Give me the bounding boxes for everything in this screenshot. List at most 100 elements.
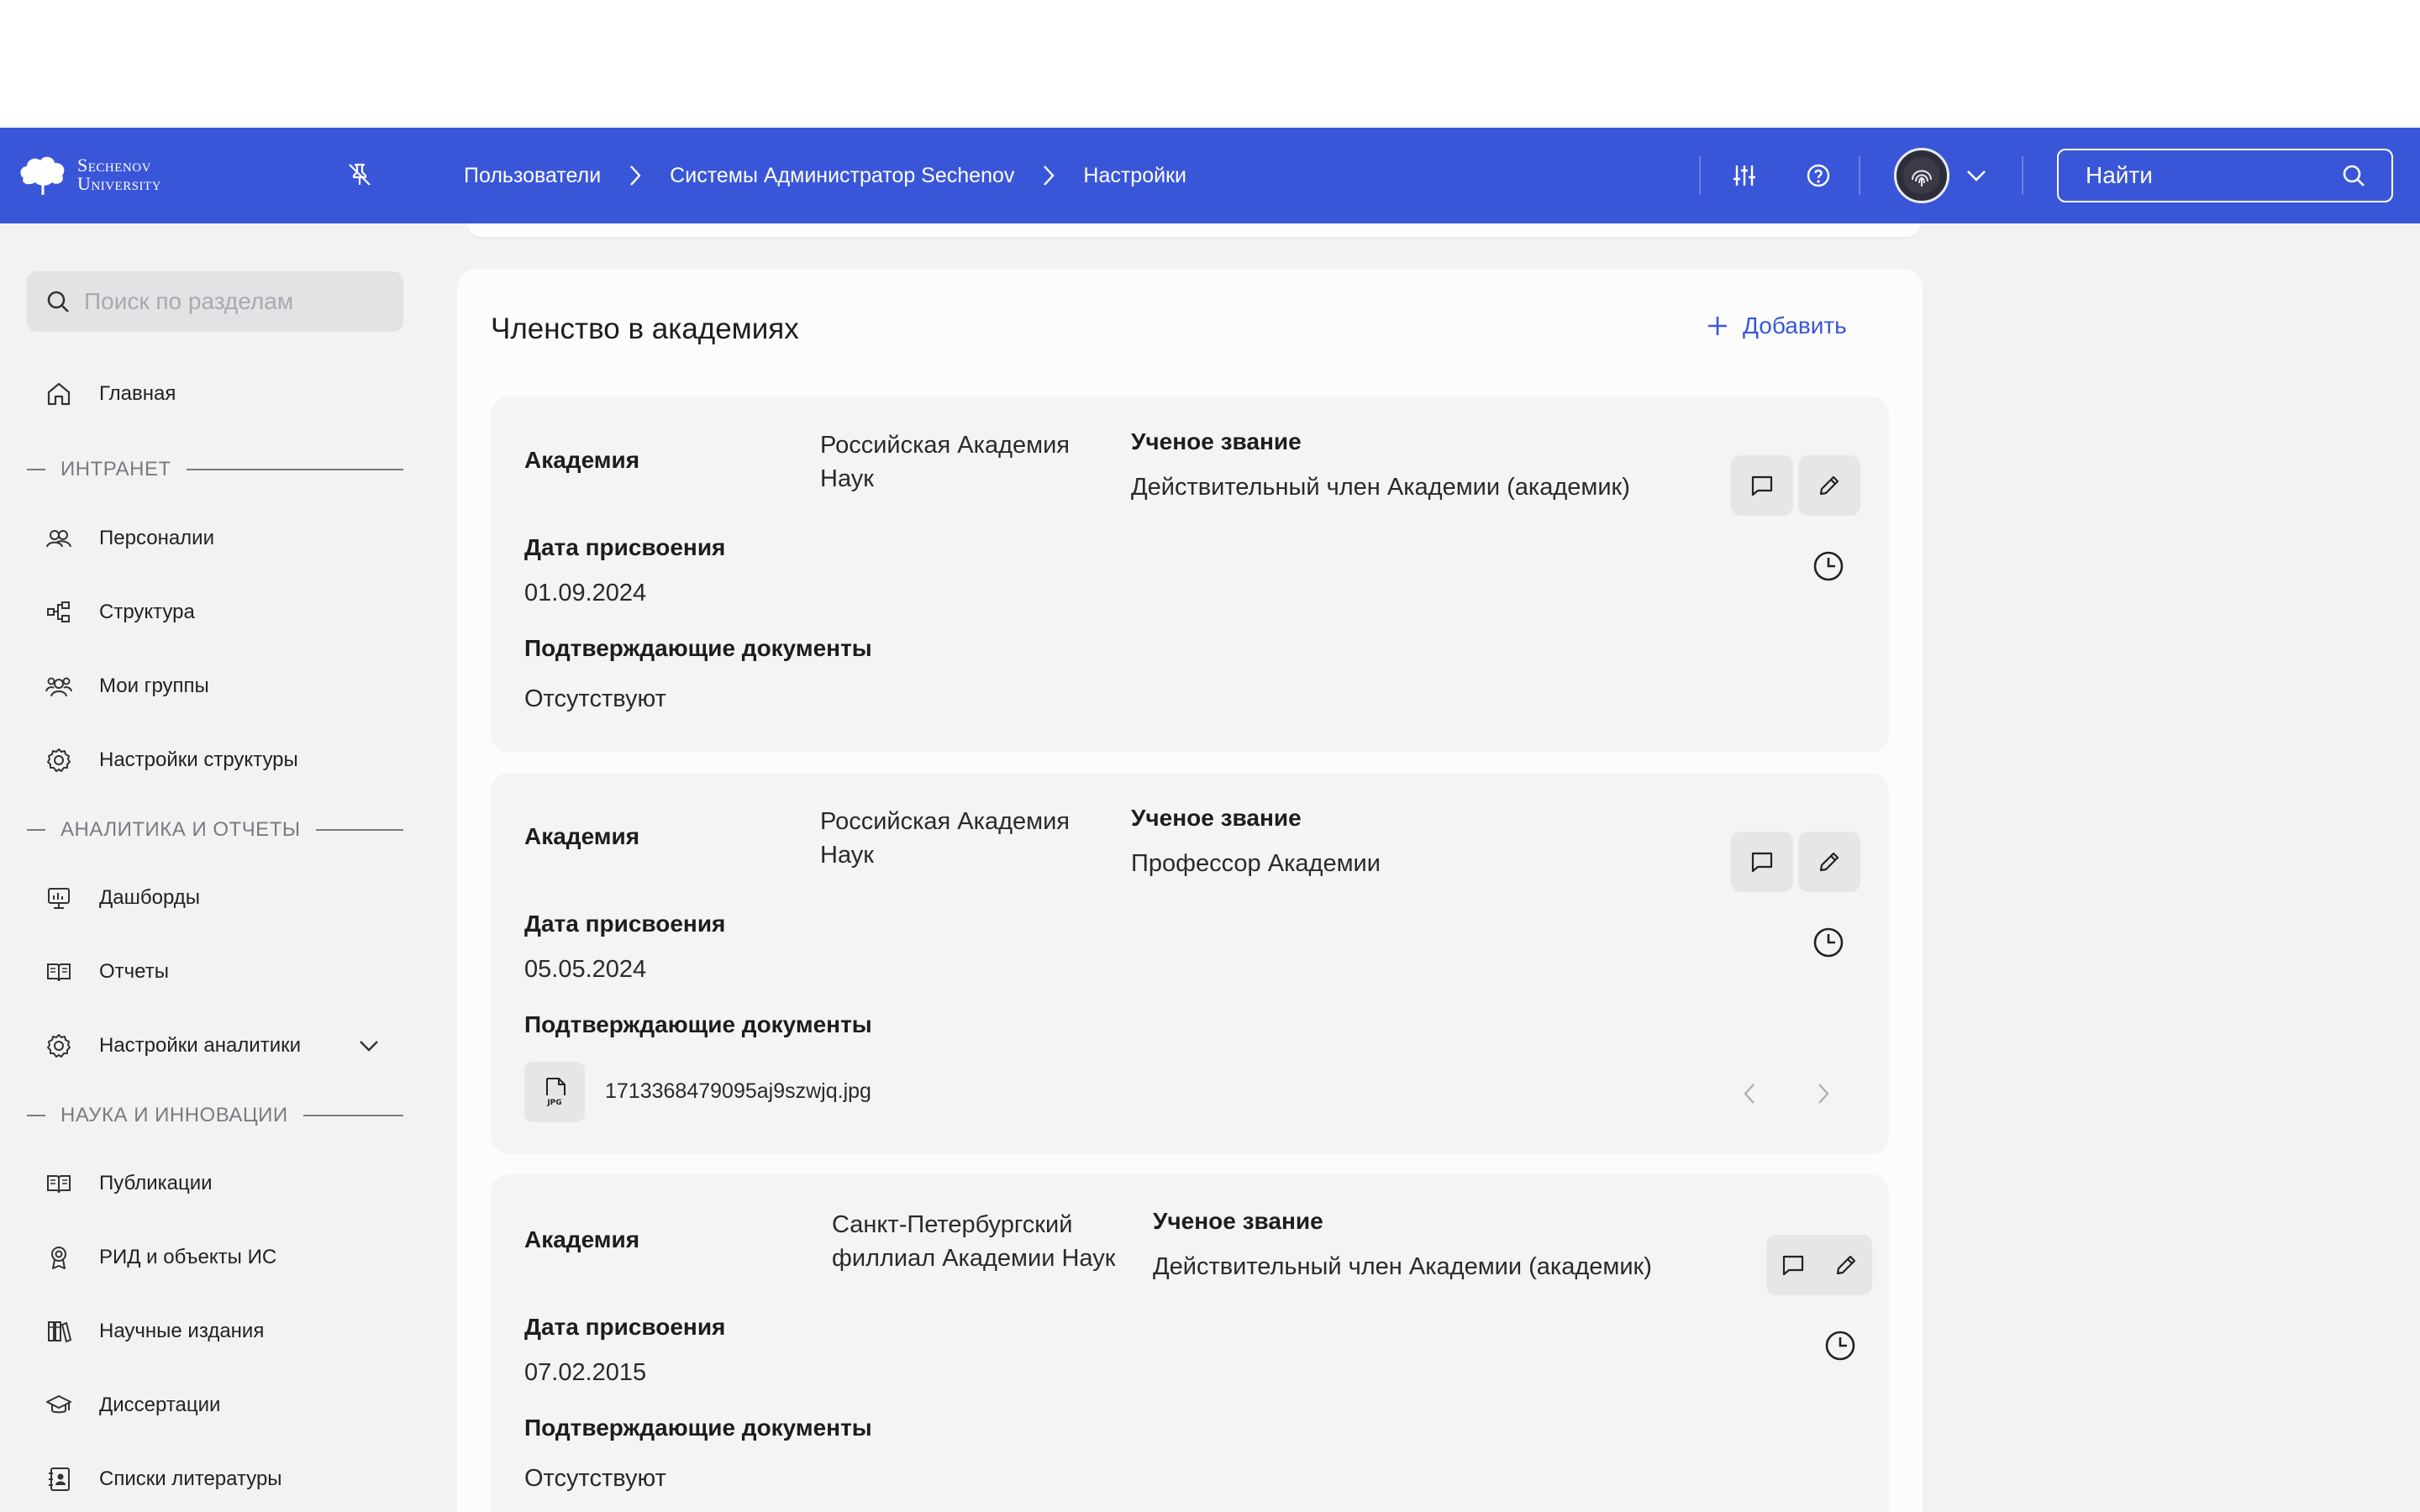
header-divider (2022, 156, 2023, 195)
section-title: НАУКА И ИННОВАЦИИ (60, 1104, 288, 1126)
header-divider (1699, 156, 1701, 195)
sidebar-item-bibliography[interactable]: Списки литературы (45, 1462, 282, 1496)
help-icon[interactable] (1800, 157, 1837, 194)
sidebar-item-scientific-editions[interactable]: Научные издания (45, 1315, 264, 1348)
breadcrumb-settings[interactable]: Настройки (1083, 164, 1186, 188)
sidebar-item-label: Главная (99, 382, 176, 405)
sidebar-item-label: Диссертации (99, 1394, 221, 1416)
sidebar-item-persons[interactable]: Персоналии (45, 522, 214, 555)
rank-value: Действительный член Академии (академик) (1131, 474, 1630, 501)
edit-button[interactable] (1798, 455, 1860, 516)
date-value: 07.02.2015 (524, 1359, 647, 1386)
chevron-left-icon[interactable] (1733, 1077, 1766, 1110)
file-thumbnail[interactable]: JPG (524, 1062, 585, 1122)
sidebar-item-structure[interactable]: Структура (45, 596, 195, 629)
file-name[interactable]: 1713368479095aj9szwjq.jpg (605, 1079, 871, 1104)
avatar[interactable] (1894, 148, 1949, 203)
pencil-icon[interactable] (1833, 1252, 1859, 1278)
sidebar-item-home[interactable]: Главная (45, 377, 176, 411)
unpin-icon[interactable] (345, 160, 375, 190)
sidebar-search-placeholder: Поиск по разделам (84, 288, 294, 314)
entry-actions (1766, 1235, 1872, 1295)
books-icon (48, 1321, 72, 1343)
sidebar-item-dashboards[interactable]: Дашборды (45, 881, 200, 915)
sidebar-item-analytics-settings[interactable]: Настройки аналитики (45, 1029, 407, 1063)
address-book-icon (49, 1467, 70, 1491)
academy-entry: Академия Российская Академия Наук Ученое… (491, 396, 1889, 753)
plus-icon (1708, 317, 1727, 335)
sidebar-item-reports[interactable]: Отчеты (45, 955, 169, 989)
date-label: Дата присвоения (524, 911, 726, 937)
jpg-file-icon: JPG (546, 1078, 566, 1107)
academy-name-line: Наук (820, 842, 874, 869)
add-button[interactable]: Добавить (1706, 312, 1847, 339)
sidebar-item-publications[interactable]: Публикации (45, 1167, 213, 1200)
docs-label: Подтверждающие документы (524, 1415, 872, 1441)
docs-label: Подтверждающие документы (524, 635, 872, 661)
global-search-placeholder: Найти (2086, 162, 2153, 188)
sidebar: Поиск по разделам Главная ИНТРАНЕТ Персо… (0, 223, 437, 1512)
academy-name-line: Санкт-Петербургский (832, 1211, 1073, 1238)
gear-icon (47, 1034, 71, 1058)
sidebar-item-dissertations[interactable]: Диссертации (45, 1389, 220, 1422)
sidebar-item-structure-settings[interactable]: Настройки структуры (45, 743, 298, 777)
sidebar-item-label: Дашборды (99, 886, 200, 909)
group-icon (45, 677, 72, 697)
sechenov-logo[interactable]: Sechenov University (17, 153, 161, 197)
chevron-down-icon[interactable] (358, 1039, 380, 1053)
rank-value: Профессор Академии (1131, 850, 1381, 877)
date-label: Дата присвоения (524, 534, 726, 560)
chevron-right-icon[interactable] (1807, 1077, 1840, 1110)
sidebar-item-label: Публикации (99, 1172, 213, 1194)
book-icon (47, 1175, 71, 1194)
sidebar-item-label: Научные издания (99, 1320, 265, 1342)
chevron-down-icon[interactable] (1958, 157, 1995, 194)
pencil-icon (1819, 852, 1839, 872)
sidebar-item-label: РИД и объекты ИС (99, 1246, 277, 1268)
breadcrumb-users[interactable]: Пользователи (464, 164, 601, 188)
sidebar-item-rid[interactable]: РИД и объекты ИС (45, 1241, 276, 1274)
svg-text:JPG: JPG (546, 1099, 561, 1107)
chevron-right-icon (1029, 163, 1068, 188)
comment-icon[interactable] (1781, 1252, 1806, 1278)
clock-icon[interactable] (1812, 549, 1845, 583)
previous-card-edge (467, 223, 1921, 237)
filters-icon[interactable] (1726, 157, 1763, 194)
academy-name-line: филлиал Академии Наук (832, 1245, 1116, 1272)
academy-name-line: Наук (820, 465, 874, 492)
search-icon (47, 291, 69, 312)
chevron-right-icon (616, 163, 655, 188)
edit-button[interactable] (1798, 832, 1860, 892)
global-search-input[interactable]: Найти (2057, 149, 2393, 202)
sidebar-item-label: Мои группы (99, 675, 209, 697)
section-title: Членство в академиях (491, 312, 799, 345)
sidebar-item-label: Списки литературы (99, 1467, 282, 1490)
tree-logo-icon (20, 156, 65, 195)
docs-label: Подтверждающие документы (524, 1011, 872, 1037)
rank-label: Ученое звание (1131, 428, 1302, 454)
section-title: ИНТРАНЕТ (60, 458, 171, 480)
people-icon (46, 530, 71, 548)
sidebar-item-label: Настройки структуры (99, 748, 298, 771)
logo-text: Sechenov University (77, 156, 161, 193)
docs-value: Отсутствуют (524, 685, 666, 712)
breadcrumb-admin[interactable]: Системы Администратор Sechenov (670, 164, 1014, 188)
clock-icon[interactable] (1812, 926, 1845, 959)
logo-line-2: University (77, 173, 162, 194)
comment-button[interactable] (1731, 832, 1793, 892)
sidebar-item-label: Настройки аналитики (99, 1034, 302, 1057)
section-title: АНАЛИТИКА И ОТЧЕТЫ (60, 818, 301, 841)
add-button-label: Добавить (1743, 312, 1847, 339)
top-bar: Sechenov University Пользователи Системы… (0, 128, 2420, 223)
dashboard-icon (48, 888, 70, 909)
comment-button[interactable] (1731, 455, 1793, 516)
date-value: 05.05.2024 (524, 956, 647, 983)
sidebar-search-input[interactable]: Поиск по разделам (27, 271, 403, 332)
sidebar-item-my-groups[interactable]: Мои группы (45, 669, 209, 703)
rank-label: Ученое звание (1131, 805, 1302, 831)
rank-value: Действительный член Академии (академик) (1153, 1253, 1652, 1280)
academy-entry: Академия Российская Академия Наук Ученое… (491, 773, 1889, 1154)
section-science: НАУКА И ИННОВАЦИИ (27, 1103, 403, 1128)
clock-icon[interactable] (1823, 1329, 1857, 1362)
graduation-cap-icon (46, 1395, 71, 1414)
